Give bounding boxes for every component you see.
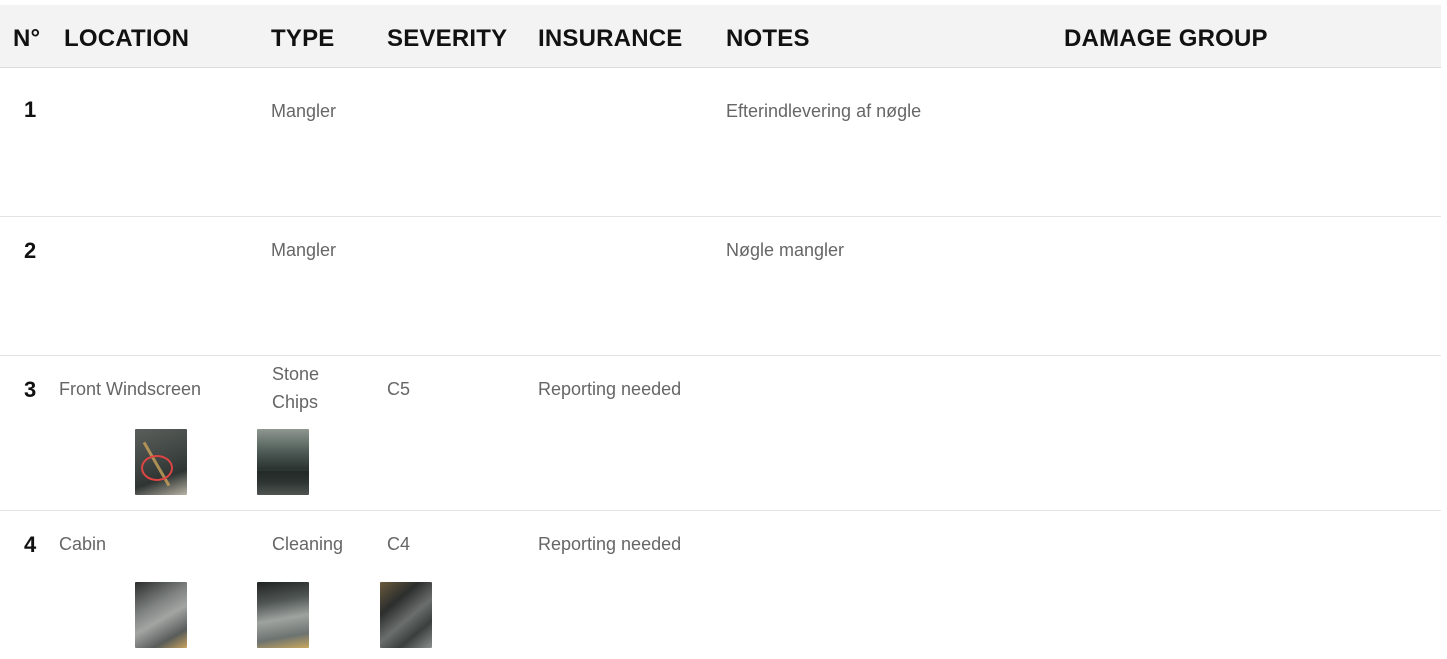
row-type: Cleaning [272, 534, 344, 554]
table-row[interactable]: 3 Front Windscreen Stone Chips C5 Report… [0, 355, 1441, 511]
windscreen-closeup-photo[interactable] [135, 429, 187, 495]
row-number: 1 [24, 97, 37, 122]
header-severity: SEVERITY [387, 25, 508, 52]
row-number: 4 [24, 532, 37, 557]
row-severity: C4 [387, 534, 411, 554]
row-type-line2: Chips [272, 392, 319, 412]
table-row[interactable]: 2 Mangler Nøgle mangler [0, 216, 1441, 356]
row-notes: Efterindlevering af nøgle [726, 101, 922, 121]
header-type: TYPE [271, 25, 335, 52]
cabin-rear-seat-photo[interactable] [257, 582, 309, 648]
table-row[interactable]: 1 Mangler Efterindlevering af nøgle [0, 67, 1441, 217]
cabin-seat-photo[interactable] [135, 582, 187, 648]
row-number: 2 [24, 238, 37, 263]
photo-shade [257, 471, 309, 495]
header-location: LOCATION [64, 25, 190, 52]
row-notes: Nøgle mangler [726, 240, 845, 260]
row-location: Cabin [59, 534, 107, 554]
header-damage-group: DAMAGE GROUP [1064, 25, 1268, 52]
row-type: Mangler [271, 101, 337, 121]
windscreen-wide-photo[interactable] [257, 429, 309, 495]
cabin-floor-photo[interactable] [380, 582, 432, 648]
header-number: N° [13, 25, 41, 52]
row-type: Mangler [271, 240, 337, 260]
table-row[interactable]: 4 Cabin Cleaning C4 Reporting needed [0, 510, 1441, 659]
row-number: 3 [24, 377, 37, 402]
header-insurance: INSURANCE [538, 25, 683, 52]
row-type-line1: Stone [272, 364, 320, 384]
damage-marker-circle [141, 455, 173, 481]
row-location: Front Windscreen [59, 379, 202, 399]
header-notes: NOTES [726, 25, 810, 52]
table-header: N° LOCATION TYPE SEVERITY INSURANCE NOTE… [0, 5, 1441, 68]
row-insurance: Reporting needed [538, 379, 682, 399]
row-severity: C5 [387, 379, 411, 399]
row-insurance: Reporting needed [538, 534, 682, 554]
